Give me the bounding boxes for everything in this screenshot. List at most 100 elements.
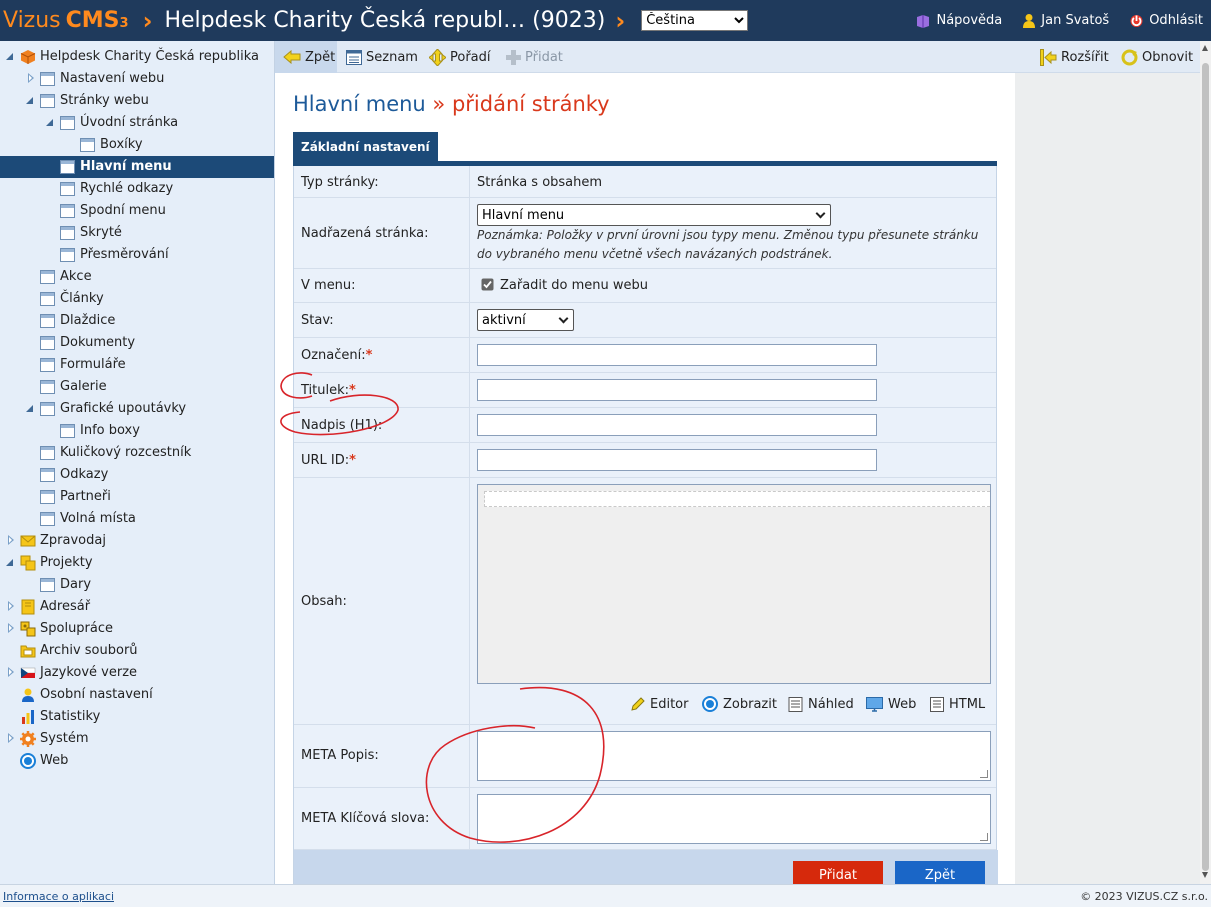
expanded-arrow-icon[interactable] xyxy=(6,559,13,566)
editor-mode-preview-label: Náhled xyxy=(808,696,854,712)
editor-mode-show[interactable]: Zobrazit xyxy=(702,693,777,715)
sidebar-item-akce[interactable]: Akce xyxy=(0,266,274,288)
editor-mode-html[interactable]: HTML xyxy=(930,693,985,715)
order-button[interactable]: Pořadí xyxy=(429,41,491,73)
expanded-arrow-icon[interactable] xyxy=(46,119,53,126)
sidebar-item-graficke-upoutavky[interactable]: Grafické upoutávky xyxy=(0,398,274,420)
expanded-arrow-icon[interactable] xyxy=(6,53,13,60)
sidebar-item-hlavni-menu[interactable]: Hlavní menu xyxy=(0,156,274,178)
sidebar-item-web[interactable]: Web xyxy=(0,750,274,772)
sidebar-item-clanky[interactable]: Články xyxy=(0,288,274,310)
sidebar-item-label: Boxíky xyxy=(100,137,143,152)
sidebar-item-kulickovy-rozcestnik[interactable]: Kuličkový rozcestník xyxy=(0,442,274,464)
sidebar-item-label: Odkazy xyxy=(60,467,109,482)
sidebar-item-volna-mista[interactable]: Volná místa xyxy=(0,508,274,530)
row-state: Stav: aktivní xyxy=(294,303,996,338)
sidebar-item-presmerovani[interactable]: Přesměrování xyxy=(0,244,274,266)
sidebar-item-formulare[interactable]: Formuláře xyxy=(0,354,274,376)
sidebar-item-statistiky[interactable]: Statistiky xyxy=(0,706,274,728)
back-button[interactable]: Zpět xyxy=(275,41,337,73)
sidebar-item-nastaveni-webu[interactable]: Nastavení webu xyxy=(0,68,274,90)
sidebar-tree: Helpdesk Charity Česká republika Nastaven… xyxy=(0,41,275,884)
caption-input[interactable] xyxy=(477,379,877,401)
sidebar-item-jazykove-verze[interactable]: Jazykové verze xyxy=(0,662,274,684)
meta-keywords-textarea[interactable] xyxy=(477,794,991,844)
tab-basic-settings[interactable]: Základní nastavení xyxy=(293,132,438,161)
chevron-down-icon xyxy=(815,208,826,219)
plus-icon xyxy=(506,49,521,65)
sidebar-item-projekty[interactable]: Projekty xyxy=(0,552,274,574)
list-button[interactable]: Seznam xyxy=(346,41,418,73)
column-divider xyxy=(469,788,470,849)
scroll-thumb[interactable] xyxy=(1202,63,1209,871)
sidebar-item-label: Nastavení webu xyxy=(60,71,165,86)
page-icon xyxy=(60,248,75,262)
collapsed-arrow-icon[interactable] xyxy=(8,733,14,743)
sidebar-item-osobni-nastaveni[interactable]: Osobní nastavení xyxy=(0,684,274,706)
collapsed-arrow-icon[interactable] xyxy=(8,623,14,633)
radio-selected-icon xyxy=(702,696,718,712)
sidebar-item-info-boxy[interactable]: Info boxy xyxy=(0,420,274,442)
meta-description-textarea[interactable] xyxy=(477,731,991,781)
editor-mode-web[interactable]: Web xyxy=(866,693,916,715)
sidebar-item-boxiky[interactable]: Boxíky xyxy=(0,134,274,156)
language-select[interactable]: Čeština xyxy=(641,10,749,31)
collapsed-arrow-icon[interactable] xyxy=(8,667,14,677)
scroll-down-icon[interactable] xyxy=(1202,872,1208,878)
content-editor[interactable] xyxy=(477,484,991,684)
sidebar-item-rychle-odkazy[interactable]: Rychlé odkazy xyxy=(0,178,274,200)
sidebar-item-archiv-souboru[interactable]: Archiv souborů xyxy=(0,640,274,662)
sidebar-item-skryte[interactable]: Skryté xyxy=(0,222,274,244)
sidebar-item-dary[interactable]: Dary xyxy=(0,574,274,596)
page-icon xyxy=(40,578,55,592)
logout-link[interactable]: Odhlásit xyxy=(1129,13,1203,28)
add-button[interactable]: Přidat xyxy=(506,41,563,73)
row-page-type: Typ stránky: Stránka s obsahem xyxy=(294,166,996,198)
url-id-input[interactable] xyxy=(477,449,877,471)
brand-cms: CMS xyxy=(65,8,120,33)
sidebar-item-uvodni-stranka[interactable]: Úvodní stránka xyxy=(0,112,274,134)
designation-input[interactable] xyxy=(477,344,877,366)
sidebar-item-spodni-menu[interactable]: Spodní menu xyxy=(0,200,274,222)
column-divider xyxy=(469,198,470,268)
list-label: Seznam xyxy=(366,49,418,65)
sidebar-item-dlazdice[interactable]: Dlaždice xyxy=(0,310,274,332)
expand-button[interactable]: Rozšířit xyxy=(1040,41,1109,73)
form-footer: Přidat Zpět xyxy=(294,850,998,889)
expanded-arrow-icon[interactable] xyxy=(26,97,33,104)
editor-mode-preview[interactable]: Náhled xyxy=(788,693,854,715)
in-menu-checkbox-label[interactable]: Zařadit do menu webu xyxy=(500,278,648,293)
parent-page-select[interactable]: Hlavní menu xyxy=(477,204,831,226)
page-icon xyxy=(40,270,55,284)
sidebar-item-system[interactable]: Systém xyxy=(0,728,274,750)
state-select[interactable]: aktivní xyxy=(477,309,574,331)
collapsed-arrow-icon[interactable] xyxy=(28,73,34,83)
sidebar-item-partneri[interactable]: Partneři xyxy=(0,486,274,508)
scroll-up-icon[interactable] xyxy=(1202,45,1208,51)
help-link[interactable]: Nápověda xyxy=(915,13,1002,28)
parent-page-value: Hlavní menu xyxy=(482,207,565,223)
meta-description-label: META Popis: xyxy=(301,748,379,763)
page-icon xyxy=(40,358,55,372)
sidebar-item-galerie[interactable]: Galerie xyxy=(0,376,274,398)
heading-input[interactable] xyxy=(477,414,877,436)
app-info-link[interactable]: Informace o aplikaci xyxy=(3,890,114,903)
sidebar-item-stranky-webu[interactable]: Stránky webu xyxy=(0,90,274,112)
sidebar-item-odkazy[interactable]: Odkazy xyxy=(0,464,274,486)
vertical-scrollbar[interactable] xyxy=(1200,41,1211,884)
refresh-button[interactable]: Obnovit xyxy=(1121,41,1193,73)
sidebar-item-zpravodaj[interactable]: Zpravodaj xyxy=(0,530,274,552)
checkbox-checked[interactable] xyxy=(481,278,494,291)
expanded-arrow-icon[interactable] xyxy=(26,405,33,412)
user-link[interactable]: Jan Svatoš xyxy=(1022,13,1109,28)
brand-logo[interactable]: Vizus CMS 3 xyxy=(3,8,129,33)
collapsed-arrow-icon[interactable] xyxy=(8,535,14,545)
page-type-label: Typ stránky: xyxy=(301,175,379,190)
sidebar-item-dokumenty[interactable]: Dokumenty xyxy=(0,332,274,354)
editor-mode-editor[interactable]: Editor xyxy=(630,693,688,715)
site-title[interactable]: Helpdesk Charity Česká republ… (9023) xyxy=(164,8,605,33)
collapsed-arrow-icon[interactable] xyxy=(8,601,14,611)
sidebar-item-adresar[interactable]: Adresář xyxy=(0,596,274,618)
sidebar-item-spoluprace[interactable]: Spolupráce xyxy=(0,618,274,640)
sidebar-item-helpdesk-charity-ceska-republika[interactable]: Helpdesk Charity Česká republika xyxy=(0,46,274,68)
